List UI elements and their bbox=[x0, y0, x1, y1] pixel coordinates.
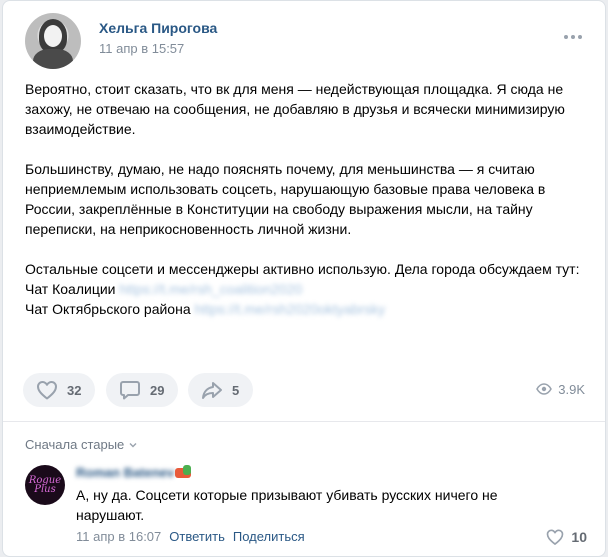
chat2-label: Чат Октябрьского района bbox=[25, 301, 191, 317]
post-header: Хельга Пирогова 11 апр в 15:57 bbox=[25, 13, 595, 69]
post-card: Хельга Пирогова 11 апр в 15:57 Вероятно,… bbox=[2, 0, 606, 557]
comment-like-button[interactable]: 10 bbox=[545, 527, 587, 547]
chat1-label: Чат Коалиции bbox=[25, 281, 116, 297]
comment-date[interactable]: 11 апр в 16:07 bbox=[76, 529, 161, 544]
share-icon bbox=[202, 382, 222, 399]
comment-count: 29 bbox=[150, 382, 165, 398]
post-paragraph: Остальные соцсети и мессенджеры активно … bbox=[25, 259, 590, 319]
post-paragraph-text: Остальные соцсети и мессенджеры активно … bbox=[25, 261, 580, 277]
chevron-down-icon bbox=[129, 442, 137, 447]
chat2-link[interactable]: https://t.me/rsh2020oktyabrsky bbox=[195, 301, 386, 317]
views-counter: 3.9K bbox=[536, 381, 585, 397]
views-count: 3.9K bbox=[558, 381, 585, 397]
eye-icon bbox=[536, 383, 553, 395]
post-date[interactable]: 11 апр в 15:57 bbox=[99, 41, 184, 56]
commenter-avatar-logo: Rogue Plus bbox=[28, 475, 62, 495]
badge-icon bbox=[175, 465, 191, 478]
share-button[interactable]: 5 bbox=[188, 373, 254, 407]
heart-icon bbox=[547, 529, 564, 545]
more-options-icon[interactable] bbox=[561, 29, 585, 45]
divider bbox=[3, 421, 605, 422]
post-text: Вероятно, стоит сказать, что вк для меня… bbox=[25, 79, 590, 319]
sort-label: Сначала старые bbox=[25, 437, 125, 452]
comment-like-count: 10 bbox=[571, 529, 587, 545]
author-avatar[interactable] bbox=[25, 13, 81, 69]
post-paragraph: Вероятно, стоит сказать, что вк для меня… bbox=[25, 81, 565, 137]
like-count: 32 bbox=[67, 382, 82, 398]
share-count: 5 bbox=[232, 382, 240, 398]
comment-item: Rogue Plus Roman Batenev А, ну да. Соцсе… bbox=[25, 463, 595, 553]
share-comment-button[interactable]: Поделиться bbox=[233, 529, 305, 544]
comment-sort-dropdown[interactable]: Сначала старые bbox=[25, 437, 138, 452]
comment-text: А, ну да. Соцсети которые призывают убив… bbox=[76, 487, 498, 523]
author-name[interactable]: Хельга Пирогова bbox=[99, 20, 217, 36]
comment-icon bbox=[120, 381, 140, 400]
commenter-name[interactable]: Roman Batenev bbox=[76, 465, 174, 480]
comment-meta: 11 апр в 16:07 Ответить Поделиться bbox=[76, 529, 305, 544]
post-actions: 32 29 5 3.9K bbox=[23, 373, 593, 409]
post-paragraph: Большинству, думаю, не надо пояснять поч… bbox=[25, 161, 546, 237]
comment-button[interactable]: 29 bbox=[106, 373, 179, 407]
chat1-link[interactable]: https://t.me/rsh_coalition2020 bbox=[119, 281, 302, 297]
commenter-avatar[interactable]: Rogue Plus bbox=[25, 465, 65, 505]
like-button[interactable]: 32 bbox=[23, 373, 96, 407]
reply-button[interactable]: Ответить bbox=[169, 529, 225, 544]
heart-icon bbox=[37, 381, 57, 400]
